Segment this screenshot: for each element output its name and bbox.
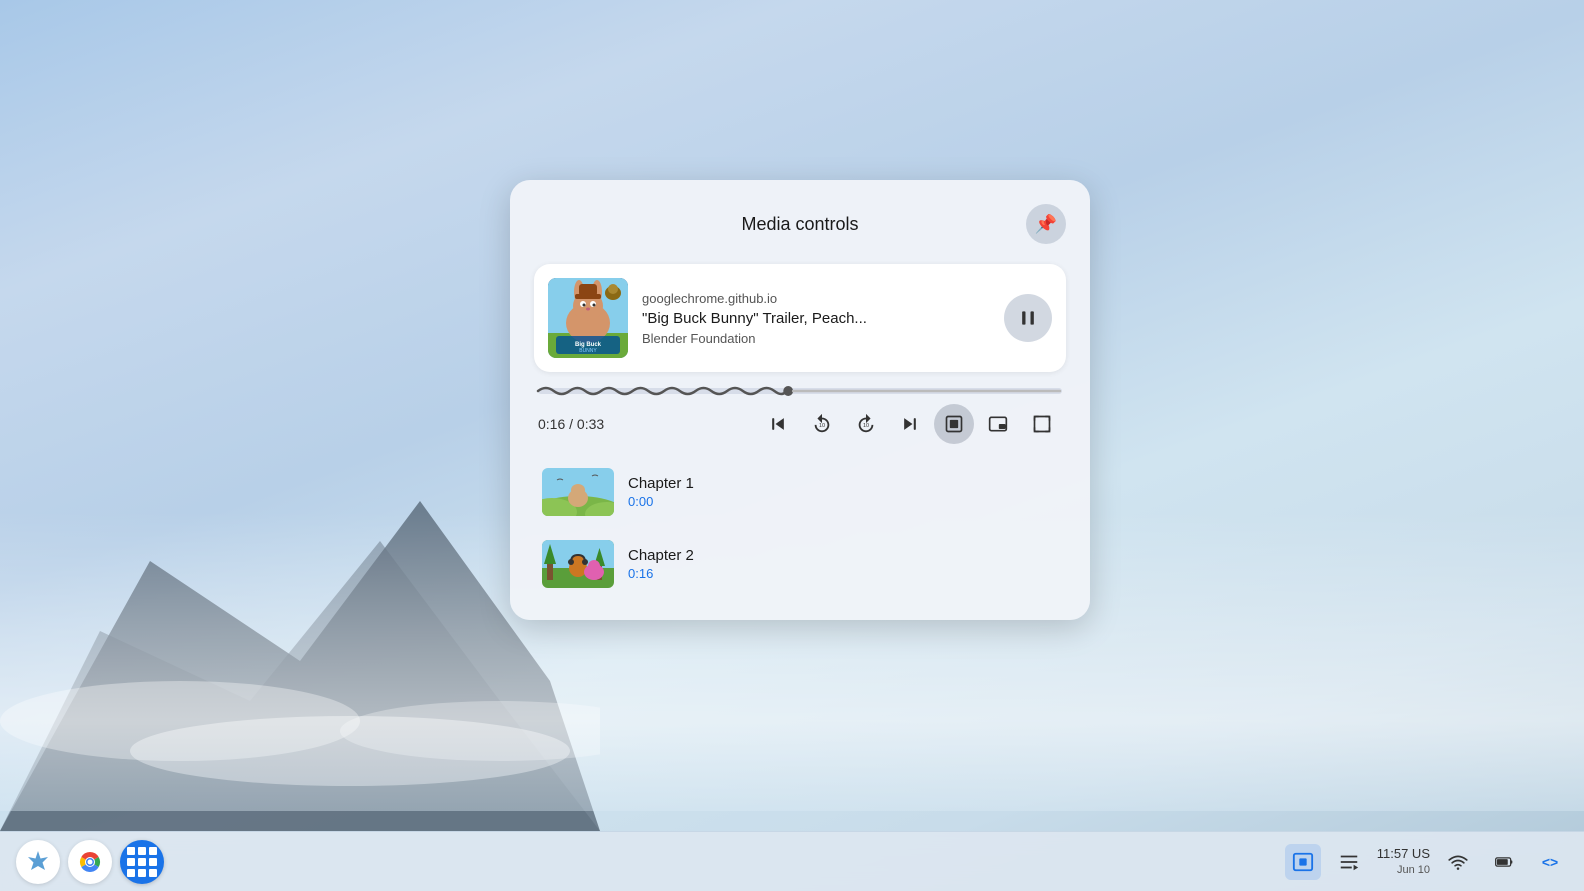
taskbar-right: 11:57 US Jun 10 <> <box>1285 844 1568 880</box>
rewind-button[interactable]: 10 <box>802 404 842 444</box>
panel-header: Media controls 📌 <box>534 204 1066 244</box>
devtools-icon: <> <box>1542 854 1558 870</box>
launcher-icon <box>25 849 51 875</box>
svg-text:10: 10 <box>863 423 869 429</box>
chapter-2-name: Chapter 2 <box>628 547 1058 564</box>
controls-row: 0:16 / 0:33 10 <box>538 404 1062 444</box>
panel-title: Media controls <box>574 214 1026 235</box>
taskbar-datetime[interactable]: 11:57 US Jun 10 <box>1377 845 1430 879</box>
chapter-2-thumbnail <box>542 540 614 588</box>
rewind-icon: 10 <box>811 413 833 435</box>
media-source: googlechrome.github.io <box>642 291 990 306</box>
skip-next-icon <box>900 414 920 434</box>
fullscreen-icon <box>1032 414 1052 434</box>
wifi-icon <box>1448 852 1468 872</box>
taskbar-time: 11:57 US <box>1377 845 1430 863</box>
forward-button[interactable]: 10 <box>846 404 886 444</box>
pip-button[interactable] <box>978 404 1018 444</box>
progress-section: 0:16 / 0:33 10 <box>534 388 1066 444</box>
svg-text:10: 10 <box>819 423 825 429</box>
launcher-button[interactable] <box>16 840 60 884</box>
chrome-button[interactable] <box>68 840 112 884</box>
taskbar-playlist-button[interactable] <box>1331 844 1367 880</box>
forward-icon: 10 <box>855 413 877 435</box>
chapter-1-item[interactable]: Chapter 1 0:00 <box>534 456 1066 528</box>
media-controls-panel: Media controls 📌 <box>510 180 1090 620</box>
chrome-icon <box>76 848 104 876</box>
chapters-icon <box>944 414 964 434</box>
play-pause-button[interactable] <box>1004 294 1052 342</box>
skip-back-icon <box>768 414 788 434</box>
taskbar-date: Jun 10 <box>1397 863 1430 878</box>
taskbar-left <box>16 840 164 884</box>
media-album-art: Big Buck BUNNY <box>548 278 628 358</box>
chapters-button[interactable] <box>934 404 974 444</box>
apps-button[interactable] <box>120 840 164 884</box>
chapter-2-info: Chapter 2 0:16 <box>628 547 1058 581</box>
skip-back-button[interactable] <box>758 404 798 444</box>
controls-buttons: 10 10 <box>758 404 1062 444</box>
chapter-1-thumbnail <box>542 468 614 516</box>
pip-icon <box>988 414 1008 434</box>
chapter-2-time: 0:16 <box>628 566 1058 581</box>
taskbar-media-icon <box>1292 851 1314 873</box>
fullscreen-button[interactable] <box>1022 404 1062 444</box>
media-artist: Blender Foundation <box>642 331 990 346</box>
progress-bar[interactable] <box>538 388 1062 394</box>
skip-next-button[interactable] <box>890 404 930 444</box>
apps-grid-icon <box>127 847 157 877</box>
taskbar: 11:57 US Jun 10 <> <box>0 831 1584 891</box>
pin-icon: 📌 <box>1035 214 1057 235</box>
media-card: Big Buck BUNNY googlechrome.github.io "B… <box>534 264 1066 372</box>
pin-button[interactable]: 📌 <box>1026 204 1066 244</box>
pause-icon <box>1018 308 1038 328</box>
taskbar-media-button[interactable] <box>1285 844 1321 880</box>
chapter-1-time: 0:00 <box>628 494 1058 509</box>
media-info: googlechrome.github.io "Big Buck Bunny" … <box>642 291 990 346</box>
svg-text:BUNNY: BUNNY <box>579 348 597 354</box>
time-display: 0:16 / 0:33 <box>538 416 604 432</box>
taskbar-wifi-button[interactable] <box>1440 844 1476 880</box>
taskbar-battery-button[interactable] <box>1486 844 1522 880</box>
taskbar-playlist-icon <box>1338 851 1360 873</box>
media-title: "Big Buck Bunny" Trailer, Peach... <box>642 310 990 327</box>
taskbar-devtools-button[interactable]: <> <box>1532 844 1568 880</box>
chapter-list: Chapter 1 0:00 <box>534 456 1066 600</box>
chapter-1-info: Chapter 1 0:00 <box>628 475 1058 509</box>
chapter-1-name: Chapter 1 <box>628 475 1058 492</box>
chapter-2-item[interactable]: Chapter 2 0:16 <box>534 528 1066 600</box>
battery-icon <box>1494 852 1514 872</box>
